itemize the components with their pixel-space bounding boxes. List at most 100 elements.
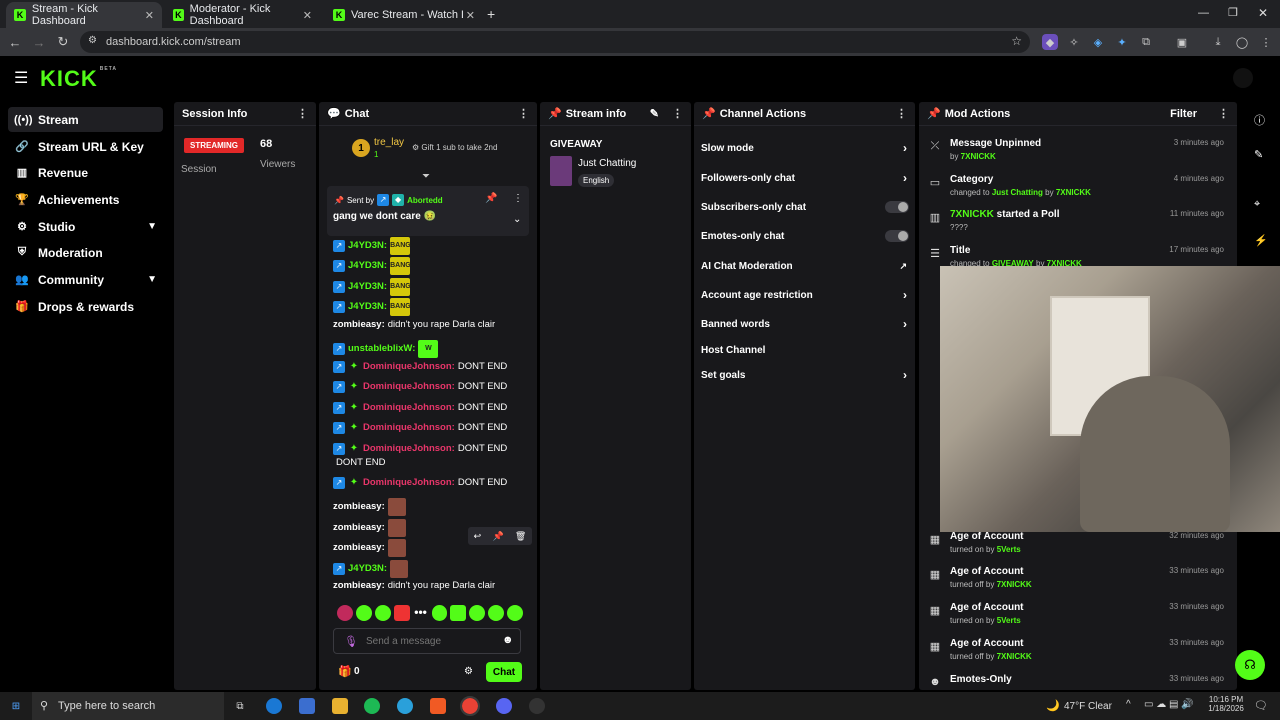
chevron-up-icon[interactable]: ^: [1126, 699, 1131, 710]
category-name[interactable]: Just Chatting: [578, 158, 636, 169]
edit-pencil-icon[interactable]: ✎: [1254, 148, 1263, 161]
subscribers-only-toggle[interactable]: [885, 201, 909, 213]
forward-icon[interactable]: →: [28, 31, 50, 53]
chat-username[interactable]: zombieasy:: [333, 522, 385, 534]
windows-start-icon[interactable]: ⊞: [8, 698, 24, 714]
chat-username[interactable]: unstableblixW:: [348, 343, 415, 355]
mod-action-item[interactable]: ▦ Age of Account turned on by 5Verts 33 min…: [928, 602, 1228, 634]
extension-icon[interactable]: ◈: [1090, 34, 1106, 50]
download-icon[interactable]: ⤓: [1210, 34, 1226, 50]
browser-tab-moderator[interactable]: K Moderator - Kick Dashboard ✕: [165, 2, 320, 28]
mod-action-item[interactable]: ▥ 7XNICKK started a Poll???? 11 minutes ag…: [928, 209, 1228, 241]
emote-icon[interactable]: [393, 605, 410, 621]
mod-action-item[interactable]: ▭ Category changed to Just Chatting by 7XN…: [928, 174, 1228, 206]
sidepanel-icon[interactable]: ▣: [1174, 34, 1190, 50]
notification-icon[interactable]: 🗨: [1254, 699, 1268, 712]
gear-icon[interactable]: ⚙: [464, 666, 473, 677]
tray-icons[interactable]: ▭ ☁ ▤ 🔊: [1144, 699, 1194, 710]
reply-icon[interactable]: ↩: [474, 531, 482, 542]
url-field[interactable]: ⚙ dashboard.kick.com/stream ☆: [80, 31, 1030, 53]
chat-username[interactable]: DominiqueJohnson:: [363, 443, 455, 455]
followers-only-row[interactable]: Followers-only chat ›: [701, 169, 911, 187]
chat-username[interactable]: zombieasy:: [333, 501, 385, 513]
chat-message-input[interactable]: [366, 634, 496, 648]
slow-mode-row[interactable]: Slow mode ›: [701, 139, 911, 157]
emotes-only-row[interactable]: Emotes-only chat: [701, 227, 911, 245]
more-options-icon[interactable]: ⋮: [297, 107, 308, 120]
emote-icon[interactable]: [355, 605, 372, 621]
banned-words-row[interactable]: Banned words ›: [701, 315, 911, 333]
hamburger-menu-icon[interactable]: ☰: [14, 68, 28, 88]
chat-username[interactable]: J4YD3N:: [348, 281, 387, 293]
filter-button[interactable]: Filter: [1170, 108, 1197, 120]
chrome-icon[interactable]: [460, 696, 480, 716]
chat-username[interactable]: J4YD3N:: [348, 260, 387, 272]
set-goals-row[interactable]: Set goals ›: [701, 366, 911, 384]
sidebar-item-revenue[interactable]: ▥ Revenue: [8, 160, 163, 185]
emote-icon[interactable]: [507, 605, 524, 621]
extension-icon[interactable]: ✧: [1066, 34, 1082, 50]
chat-username[interactable]: DominiqueJohnson:: [363, 361, 455, 373]
edge-icon[interactable]: [266, 698, 282, 714]
browser-tab-varec[interactable]: K Varec Stream - Watch Live on K ✕: [325, 2, 483, 28]
close-tab-icon[interactable]: ✕: [145, 9, 154, 22]
close-window-icon[interactable]: ✕: [1258, 6, 1268, 20]
telegram-icon[interactable]: [397, 698, 413, 714]
pin-icon[interactable]: 📌: [492, 531, 503, 542]
sidebar-item-drops-rewards[interactable]: 🎁 Drops & rewards: [8, 294, 163, 319]
brave-icon[interactable]: [430, 698, 446, 714]
emote-icon[interactable]: [337, 605, 353, 621]
chat-username[interactable]: zombieasy:: [333, 542, 385, 554]
weather-text[interactable]: 47°F Clear: [1064, 701, 1112, 712]
mod-action-item[interactable]: ▦ Age of Account turned off by 7XNICKK 33 m…: [928, 566, 1228, 598]
emote-icon[interactable]: [469, 605, 486, 621]
close-tab-icon[interactable]: ✕: [466, 9, 475, 22]
reload-icon[interactable]: ↻: [52, 31, 74, 53]
menu-dots-icon[interactable]: ⋮: [1258, 34, 1274, 50]
ai-chat-moderation-row[interactable]: AI Chat Moderation ↗: [701, 257, 911, 275]
sidebar-item-achievements[interactable]: 🏆 Achievements: [8, 187, 163, 212]
file-explorer-icon[interactable]: [332, 698, 348, 714]
site-info-icon[interactable]: ⚙: [88, 35, 97, 46]
restore-icon[interactable]: ❐: [1228, 6, 1238, 19]
taskbar-search[interactable]: ⚲ Type here to search: [32, 692, 224, 720]
emoji-picker-icon[interactable]: ☻: [502, 634, 514, 646]
emotes-only-toggle[interactable]: [885, 230, 909, 242]
host-channel-row[interactable]: Host Channel: [701, 341, 911, 359]
more-options-icon[interactable]: ⋮: [896, 107, 907, 120]
bookmark-star-icon[interactable]: ☆: [1011, 34, 1022, 48]
browser-tab-stream[interactable]: K Stream - Kick Dashboard ✕: [6, 2, 162, 28]
kick-logo[interactable]: KICK BETA: [40, 66, 117, 92]
focus-icon[interactable]: ⌖: [1254, 198, 1260, 211]
mod-action-item[interactable]: ▦ Age of Account turned off by 7XNICKK 33 m…: [928, 638, 1228, 670]
more-options-icon[interactable]: ⋮: [672, 107, 683, 120]
more-emotes-icon[interactable]: •••: [413, 605, 429, 621]
spotify-icon[interactable]: [364, 698, 380, 714]
emote-icon[interactable]: [450, 605, 467, 621]
chevron-down-icon[interactable]: ⌄: [513, 214, 521, 225]
emote-icon[interactable]: [374, 605, 391, 621]
close-tab-icon[interactable]: ✕: [303, 9, 312, 22]
more-options-icon[interactable]: ⋮: [513, 193, 523, 204]
microphone-icon[interactable]: 🎙: [344, 635, 358, 648]
lightning-icon[interactable]: ⚡: [1254, 234, 1268, 247]
trash-icon[interactable]: 🗑: [515, 531, 526, 542]
info-icon[interactable]: ⓘ: [1254, 112, 1265, 128]
profile-icon[interactable]: ◯: [1234, 34, 1250, 50]
edit-pencil-icon[interactable]: ✎: [650, 107, 659, 120]
chat-username[interactable]: J4YD3N:: [348, 563, 387, 575]
chat-username[interactable]: zombieasy:: [333, 580, 385, 592]
more-options-icon[interactable]: ⋮: [518, 107, 529, 120]
mod-action-item[interactable]: ▦ Age of Account turned on by 5Verts 32 min…: [928, 531, 1228, 563]
sidebar-item-studio[interactable]: ⚙ Studio ▼: [8, 214, 163, 239]
emote-icon[interactable]: [488, 605, 505, 621]
unpin-icon[interactable]: 📌: [485, 193, 497, 204]
discord-icon[interactable]: [496, 698, 512, 714]
subscribers-only-row[interactable]: Subscribers-only chat: [701, 198, 911, 216]
chat-username[interactable]: DominiqueJohnson:: [363, 422, 455, 434]
chat-username[interactable]: zombieasy:: [333, 319, 385, 331]
sidebar-item-moderation[interactable]: ⛨ Moderation: [8, 240, 163, 265]
avatar[interactable]: [1233, 68, 1253, 88]
extension-icon[interactable]: ◆: [1042, 34, 1058, 50]
filter-icon[interactable]: ⏷: [422, 171, 430, 182]
